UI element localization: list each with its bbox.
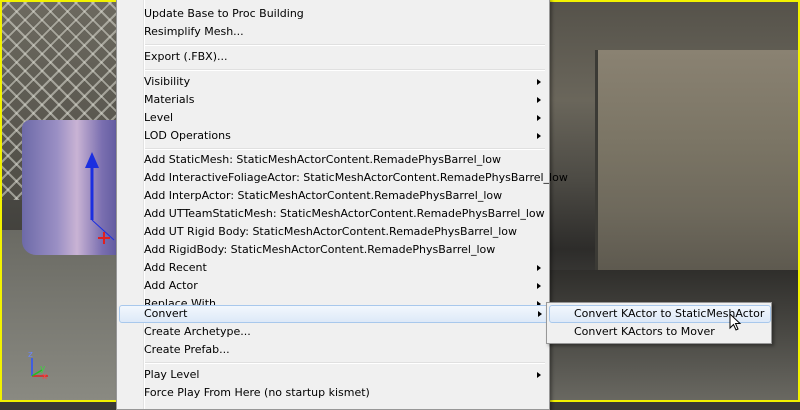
submenu-arrow-icon: [537, 115, 541, 121]
menu-item-create-prefab[interactable]: Create Prefab...: [119, 341, 547, 359]
menu-item-add-interactive-foliage[interactable]: Add InteractiveFoliageActor: StaticMeshA…: [119, 169, 568, 187]
axis-gizmo: z y x: [26, 350, 56, 384]
menu-item-add-rigidbody[interactable]: Add RigidBody: StaticMeshActorContent.Re…: [119, 241, 547, 259]
axis-x-label: x: [42, 372, 48, 382]
menu-item-add-staticmesh[interactable]: Add StaticMesh: StaticMeshActorContent.R…: [119, 151, 547, 169]
submenu-arrow-icon: [537, 79, 541, 85]
submenu-arrow-icon: [537, 133, 541, 139]
menu-item-add-interpactor[interactable]: Add InterpActor: StaticMeshActorContent.…: [119, 187, 547, 205]
submenu-arrow-icon: [538, 311, 542, 317]
submenu-arrow-icon: [537, 372, 541, 378]
menu-item-add-recent[interactable]: Add Recent: [119, 259, 547, 277]
menu-item-add-actor[interactable]: Add Actor: [119, 277, 547, 295]
mouse-pointer-icon: [729, 313, 742, 331]
axis-z-label: z: [28, 350, 33, 360]
menu-item-lod-operations[interactable]: LOD Operations: [119, 127, 547, 145]
submenu-arrow-icon: [537, 265, 541, 271]
menu-item-level[interactable]: Level: [119, 109, 547, 127]
floor-left: [0, 230, 118, 402]
menu-item-export-fbx[interactable]: Export (.FBX)...: [119, 48, 547, 66]
menu-item-visibility[interactable]: Visibility: [119, 73, 547, 91]
submenu-arrow-icon: [537, 97, 541, 103]
menu-item-add-ut-rigid-body[interactable]: Add UT Rigid Body: StaticMeshActorConten…: [119, 223, 547, 241]
menu-item-materials[interactable]: Materials: [119, 91, 547, 109]
transform-widget[interactable]: [80, 150, 120, 250]
context-menu: Update Base to Proc Building Resimplify …: [116, 0, 568, 410]
menu-item-convert[interactable]: Convert: [119, 305, 549, 323]
menu-separator: [145, 362, 545, 364]
submenu-arrow-icon: [537, 283, 541, 289]
menu-item-force-play[interactable]: Force Play From Here (no startup kismet): [119, 384, 547, 402]
menu-item-add-ut-team-staticmesh[interactable]: Add UTTeamStaticMesh: StaticMeshActorCon…: [119, 205, 547, 223]
menu-separator: [145, 148, 545, 150]
metal-door: [595, 50, 800, 280]
menu-item-play-level[interactable]: Play Level: [119, 366, 547, 384]
menu-item-update-base[interactable]: Update Base to Proc Building: [119, 5, 547, 23]
menu-item-create-archetype[interactable]: Create Archetype...: [119, 323, 547, 341]
menu-separator: [145, 69, 545, 71]
menu-separator: [145, 44, 545, 46]
menu-item-resimplify-mesh[interactable]: Resimplify Mesh...: [119, 23, 547, 41]
